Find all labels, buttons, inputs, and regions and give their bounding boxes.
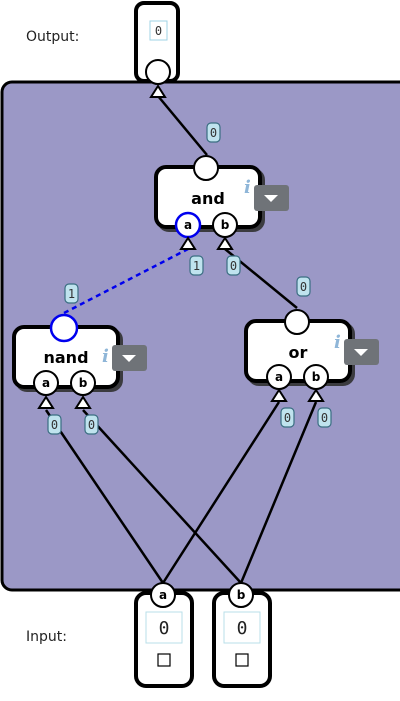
input-a-value: 0 — [159, 618, 170, 639]
svg-text:0: 0 — [230, 259, 237, 273]
gate-and-port-b-label: b — [221, 218, 230, 232]
svg-text:0: 0 — [210, 126, 217, 140]
svg-text:0: 0 — [284, 411, 291, 425]
svg-text:1: 1 — [68, 287, 75, 301]
gate-or-dropdown[interactable] — [344, 339, 379, 365]
svg-text:0: 0 — [88, 418, 95, 432]
info-icon[interactable]: i — [102, 346, 109, 367]
badge-nand-b-in: 0 — [84, 414, 99, 435]
info-icon[interactable]: i — [244, 177, 251, 198]
gate-and-dropdown[interactable] — [254, 185, 289, 211]
gate-and-port-a-label: a — [184, 218, 192, 232]
circuit-diagram: 0 and a b i nand a b i or a b i 0 1 0 1 … — [0, 1, 400, 688]
input-b-name: b — [237, 588, 246, 602]
badge-or-a-in: 0 — [280, 407, 295, 428]
gate-or-port-a-label: a — [275, 370, 283, 384]
svg-text:1: 1 — [193, 259, 200, 273]
gate-or-port-b-label: b — [312, 370, 321, 384]
badge-and-out: 0 — [206, 122, 221, 143]
input-a-name: a — [159, 588, 167, 602]
gate-or-title: or — [289, 343, 308, 362]
info-icon[interactable]: i — [334, 332, 341, 353]
badge-or-out: 0 — [296, 276, 311, 297]
gate-or-output-port[interactable] — [284, 309, 310, 335]
input-a-checkbox-icon[interactable] — [157, 653, 171, 667]
badge-nand-a-in: 0 — [47, 414, 62, 435]
output-port[interactable] — [145, 59, 171, 85]
badge-or-b-in: 0 — [317, 407, 332, 428]
input-node-b: b 0 — [212, 582, 272, 688]
input-node-a: a 0 — [134, 582, 194, 688]
badge-and-a-in: 1 — [189, 255, 204, 276]
svg-text:0: 0 — [300, 280, 307, 294]
gate-and-title: and — [191, 189, 225, 208]
input-b-checkbox-icon[interactable] — [235, 653, 249, 667]
badge-and-b-in: 0 — [226, 255, 241, 276]
gate-and-output-port[interactable] — [193, 155, 219, 181]
gate-nand-title: nand — [43, 348, 88, 367]
gate-nand-port-a-label: a — [42, 376, 50, 390]
badge-nand-out: 1 — [64, 283, 79, 304]
gate-nand-dropdown[interactable] — [112, 345, 147, 371]
svg-text:0: 0 — [51, 418, 58, 432]
input-b-value: 0 — [237, 618, 248, 639]
gate-nand-output-port[interactable] — [49, 313, 79, 343]
output-value: 0 — [155, 24, 162, 38]
gate-nand-port-b-label: b — [79, 376, 88, 390]
svg-text:0: 0 — [321, 411, 328, 425]
